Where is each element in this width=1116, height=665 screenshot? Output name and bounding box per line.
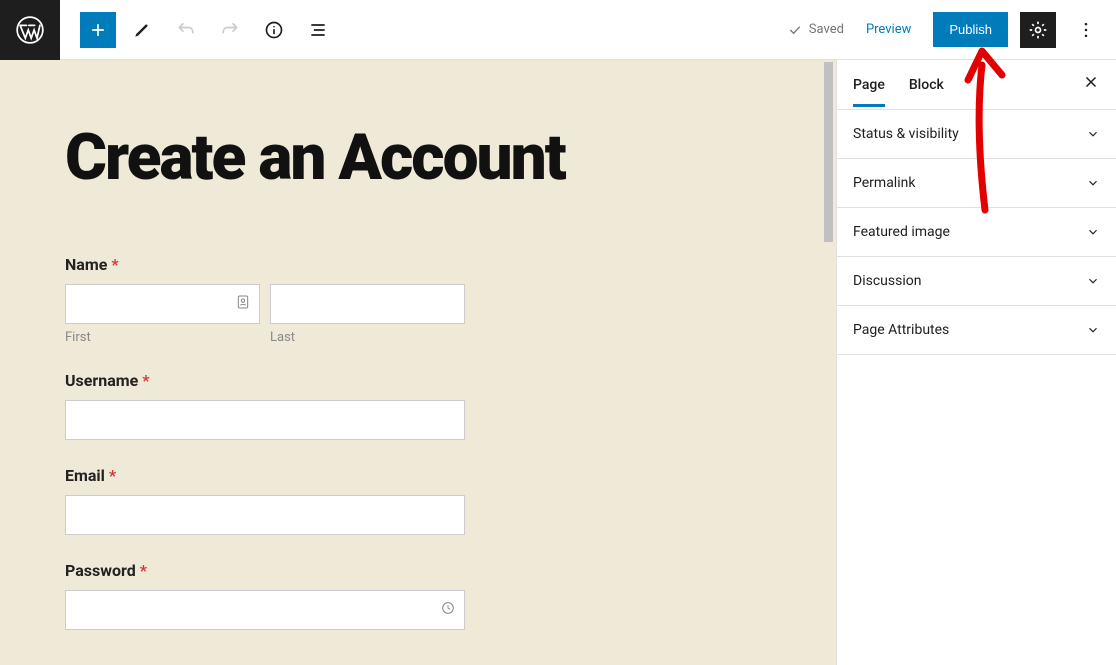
kebab-icon [1076,20,1096,40]
email-input[interactable] [65,495,465,535]
password-label: Password * [65,561,771,580]
panel-status-visibility[interactable]: Status & visibility [837,110,1116,159]
list-icon [308,20,328,40]
panel-page-attributes[interactable]: Page Attributes [837,306,1116,355]
close-icon [1082,73,1100,91]
form-row-email: Email * [65,466,771,535]
outline-button[interactable] [300,12,336,48]
sidebar-tabs: Page Block [837,60,1116,110]
lock-icon [440,600,456,620]
editor-top-bar: Saved Preview Publish [0,0,1116,60]
form-row-name: Name * First Last [65,255,771,345]
name-label-text: Name [65,255,107,274]
panel-label: Discussion [853,273,921,289]
more-options-button[interactable] [1068,12,1104,48]
info-button[interactable] [256,12,292,48]
settings-sidebar: Page Block Status & visibility Permalink… [836,60,1116,665]
wordpress-logo[interactable] [0,0,60,60]
email-label-text: Email [65,466,105,485]
page-title[interactable]: Create an Account [65,120,771,195]
add-block-button[interactable] [80,12,116,48]
chevron-down-icon [1086,127,1100,141]
undo-button[interactable] [168,12,204,48]
username-label-text: Username [65,371,138,390]
toolbar-left [60,12,336,48]
wordpress-icon [16,16,44,44]
edit-mode-button[interactable] [124,12,160,48]
toolbar-right: Saved Preview Publish [787,12,1116,48]
panel-label: Page Attributes [853,322,949,338]
check-icon [787,22,803,38]
last-name-input[interactable] [270,284,465,324]
first-sublabel: First [65,330,260,345]
undo-icon [176,20,196,40]
tab-block[interactable]: Block [909,63,944,107]
publish-button[interactable]: Publish [933,12,1008,47]
name-label: Name * [65,255,771,274]
scrollbar-thumb[interactable] [824,62,833,242]
required-marker: * [142,371,149,390]
editor-main: Create an Account Name * First Last [0,60,1116,665]
gear-icon [1028,20,1048,40]
preview-button[interactable]: Preview [856,16,921,43]
username-label: Username * [65,371,771,390]
redo-button[interactable] [212,12,248,48]
username-input[interactable] [65,400,465,440]
chevron-down-icon [1086,274,1100,288]
password-input[interactable] [65,590,465,630]
contact-icon [235,294,251,314]
pencil-icon [132,20,152,40]
saved-label: Saved [809,22,844,37]
settings-button[interactable] [1020,12,1056,48]
panel-featured-image[interactable]: Featured image [837,208,1116,257]
last-sublabel: Last [270,330,465,345]
editor-canvas[interactable]: Create an Account Name * First Last [0,60,836,665]
panel-label: Permalink [853,175,915,191]
saved-indicator: Saved [787,22,844,38]
panel-label: Featured image [853,224,950,240]
first-name-input[interactable] [65,284,260,324]
email-label: Email * [65,466,771,485]
required-marker: * [140,561,147,580]
required-marker: * [111,255,118,274]
panel-permalink[interactable]: Permalink [837,159,1116,208]
required-marker: * [109,466,116,485]
plus-icon [88,20,108,40]
chevron-down-icon [1086,176,1100,190]
panel-label: Status & visibility [853,126,959,142]
info-icon [264,20,284,40]
canvas-scrollbar[interactable] [822,60,836,423]
close-sidebar-button[interactable] [1082,72,1100,97]
tab-page[interactable]: Page [853,63,885,107]
form-row-username: Username * [65,371,771,440]
chevron-down-icon [1086,323,1100,337]
password-label-text: Password [65,561,136,580]
panel-discussion[interactable]: Discussion [837,257,1116,306]
redo-icon [220,20,240,40]
form-row-password: Password * [65,561,771,630]
chevron-down-icon [1086,225,1100,239]
